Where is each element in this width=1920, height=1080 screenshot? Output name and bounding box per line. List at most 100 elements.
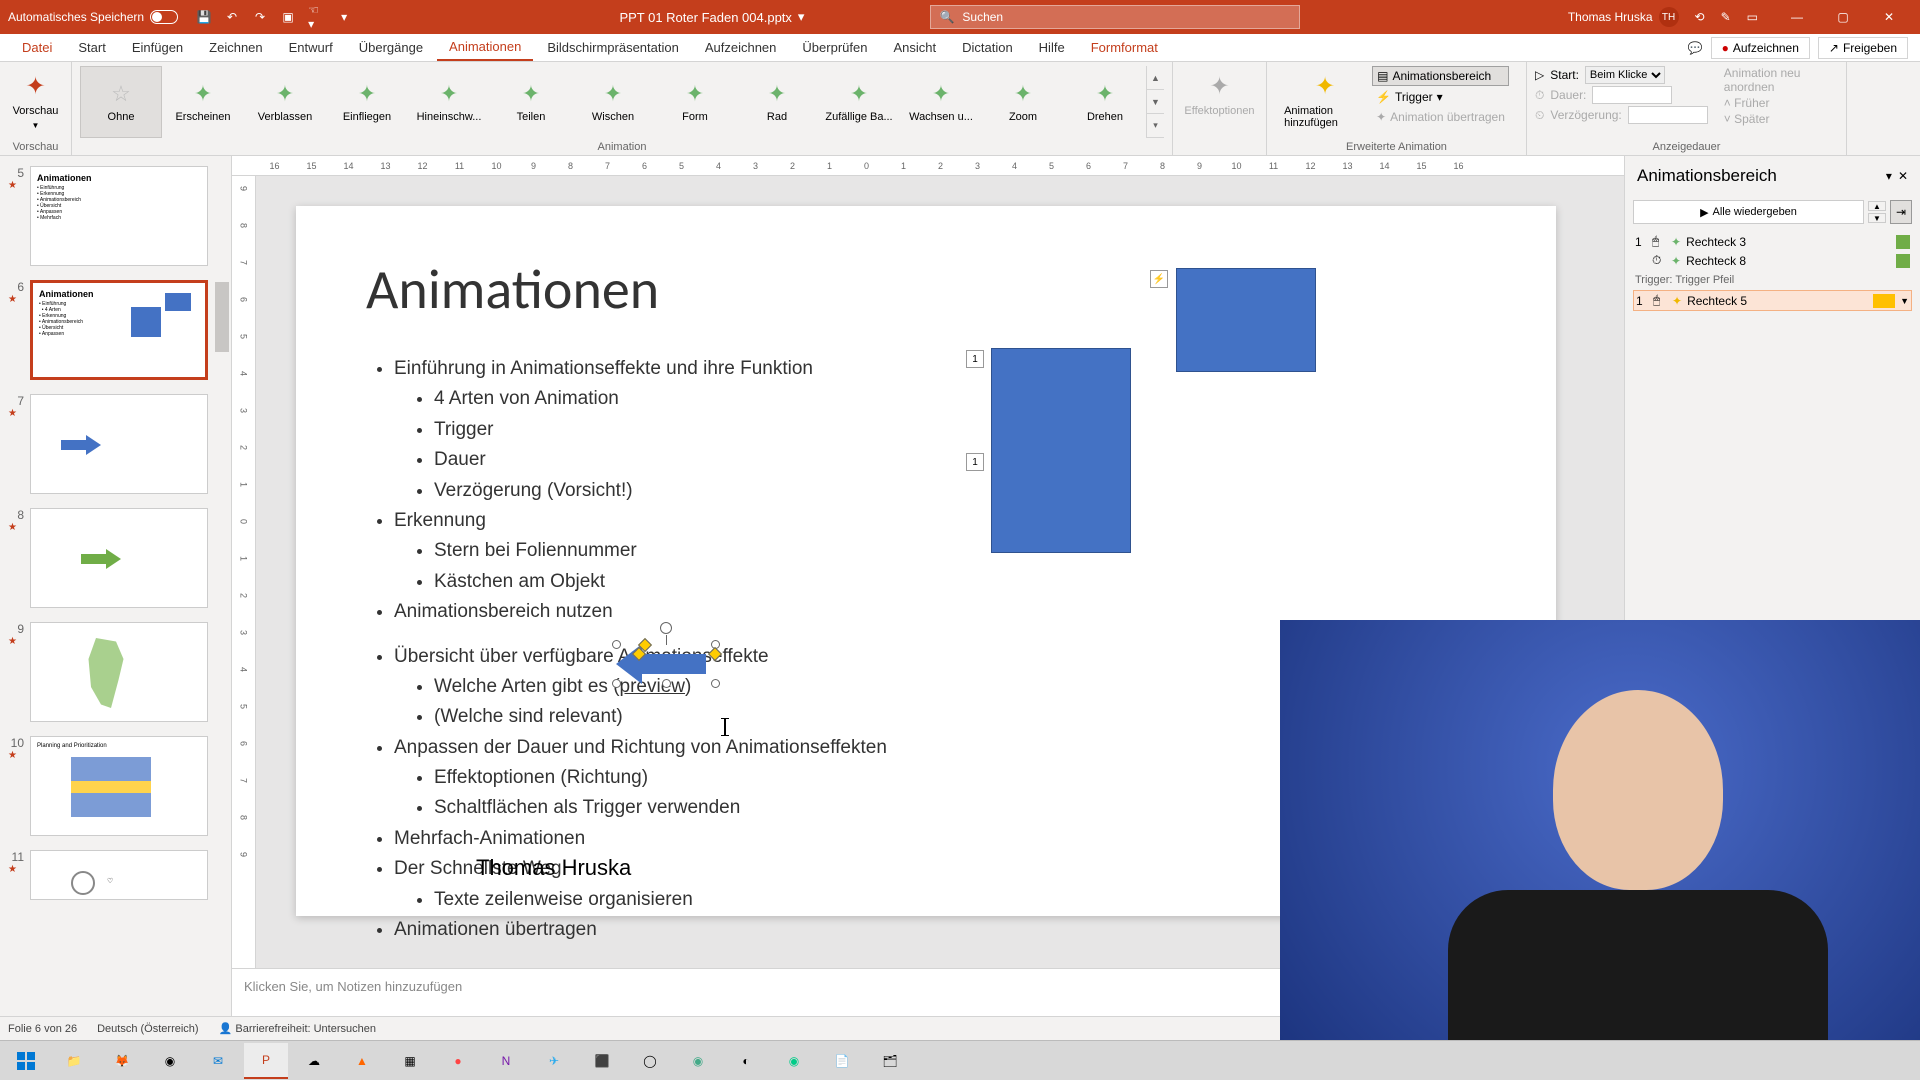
move-down-button[interactable]: ▼: [1868, 213, 1886, 223]
thumb-slide-8[interactable]: [30, 508, 208, 608]
animation-gallery[interactable]: ☆Ohne ✦Erscheinen ✦Verblassen ✦Einfliege…: [80, 66, 1164, 138]
filename-label[interactable]: PPT 01 Roter Faden 004.pptx: [619, 10, 791, 25]
maximize-button[interactable]: ▢: [1820, 0, 1866, 34]
close-icon[interactable]: ✕: [1898, 169, 1908, 183]
slide-author[interactable]: Thomas Hruska: [476, 855, 631, 881]
app-icon[interactable]: ◉: [676, 1043, 720, 1079]
coming-soon-icon[interactable]: ✎: [1721, 10, 1731, 24]
toggle-switch-icon[interactable]: [150, 10, 178, 24]
trigger-arrow-shape[interactable]: [616, 644, 716, 684]
tab-help[interactable]: Hilfe: [1027, 34, 1077, 61]
resize-handle-se[interactable]: [711, 679, 720, 688]
tab-file[interactable]: Datei: [10, 34, 64, 61]
slideshow-from-beginning-icon[interactable]: ▣: [280, 9, 296, 25]
thumbs-scrollbar[interactable]: [213, 156, 231, 1016]
gallery-appear[interactable]: ✦Erscheinen: [162, 66, 244, 138]
rotation-handle[interactable]: [660, 622, 672, 634]
thumb-slide-11[interactable]: ♡: [30, 850, 208, 900]
touch-mode-icon[interactable]: ☜▾: [308, 9, 324, 25]
resize-handle-s[interactable]: [662, 679, 671, 688]
app-icon[interactable]: ▦: [388, 1043, 432, 1079]
tab-shapeformat[interactable]: Formformat: [1079, 34, 1170, 61]
start-timing[interactable]: ▷Start:Beim Klicken: [1535, 66, 1708, 84]
tab-draw[interactable]: Zeichnen: [197, 34, 274, 61]
tab-design[interactable]: Entwurf: [277, 34, 345, 61]
tab-transitions[interactable]: Übergänge: [347, 34, 435, 61]
thumb-slide-10[interactable]: Planning and Prioritization: [30, 736, 208, 836]
filename-dropdown-icon[interactable]: ▾: [798, 9, 805, 25]
slide-title[interactable]: Animationen: [366, 256, 1486, 324]
comments-icon[interactable]: 💬: [1688, 41, 1703, 55]
preview-button[interactable]: ✦ Vorschau ▼: [5, 66, 67, 130]
accessibility-checker[interactable]: 👤 Barrierefreiheit: Untersuchen: [219, 1022, 376, 1035]
chevron-down-icon[interactable]: ▼: [1900, 296, 1909, 306]
tab-start[interactable]: Start: [66, 34, 117, 61]
user-account[interactable]: Thomas Hruska TH: [1568, 7, 1679, 27]
gallery-wheel[interactable]: ✦Rad: [736, 66, 818, 138]
app-icon[interactable]: ●: [436, 1043, 480, 1079]
app-icon[interactable]: 🗂: [868, 1043, 912, 1079]
add-animation-button[interactable]: ✦ Animation hinzufügen: [1284, 66, 1366, 129]
gallery-split[interactable]: ✦Teilen: [490, 66, 572, 138]
start-button[interactable]: [4, 1043, 48, 1079]
gallery-swivel[interactable]: ✦Drehen: [1064, 66, 1146, 138]
thumb-slide-7[interactable]: [30, 394, 208, 494]
slide-counter[interactable]: Folie 6 von 26: [8, 1023, 77, 1035]
chrome-icon[interactable]: ◉: [148, 1043, 192, 1079]
app-icon[interactable]: ◐: [724, 1043, 768, 1079]
anim-item-1[interactable]: 1 🖱 ✦ Rechteck 3: [1633, 232, 1912, 251]
share-button[interactable]: ↗Freigeben: [1818, 37, 1908, 59]
move-up-button[interactable]: ▲: [1868, 201, 1886, 211]
gallery-scroll[interactable]: ▲▼▾: [1146, 66, 1164, 138]
save-icon[interactable]: 💾: [196, 9, 212, 25]
tab-insert[interactable]: Einfügen: [120, 34, 195, 61]
anim-item-3[interactable]: 1 🖱 ✦ Rechteck 5 ▼: [1633, 290, 1912, 311]
thumb-slide-6[interactable]: Animationen• Einführung • 4 Arten• Erken…: [30, 280, 208, 380]
play-all-button[interactable]: ▶Alle wiedergeben: [1633, 200, 1864, 224]
slide-thumbnails[interactable]: 5★Animationen• Einführung• Erkennung• An…: [0, 156, 232, 1016]
app-icon[interactable]: ⬛: [580, 1043, 624, 1079]
tab-slideshow[interactable]: Bildschirmpräsentation: [535, 34, 691, 61]
tab-view[interactable]: Ansicht: [881, 34, 948, 61]
telegram-icon[interactable]: ✈: [532, 1043, 576, 1079]
trigger-button[interactable]: ⚡Trigger▾: [1372, 88, 1509, 106]
app-icon[interactable]: ☁: [292, 1043, 336, 1079]
gallery-fade[interactable]: ✦Verblassen: [244, 66, 326, 138]
onenote-icon[interactable]: N: [484, 1043, 528, 1079]
resize-handle-nw[interactable]: [612, 640, 621, 649]
powerpoint-icon[interactable]: P: [244, 1043, 288, 1079]
ribbon-display-icon[interactable]: ▭: [1747, 10, 1758, 24]
record-button[interactable]: ●Aufzeichnen: [1711, 37, 1810, 59]
language-indicator[interactable]: Deutsch (Österreich): [97, 1023, 198, 1035]
gallery-random[interactable]: ✦Zufällige Ba...: [818, 66, 900, 138]
edge-icon[interactable]: ◉: [772, 1043, 816, 1079]
tab-dictation[interactable]: Dictation: [950, 34, 1025, 61]
obs-icon[interactable]: ◯: [628, 1043, 672, 1079]
sync-icon[interactable]: ⟲: [1695, 10, 1705, 24]
anim-tag-bolt[interactable]: ⚡: [1150, 270, 1168, 288]
gallery-flyin[interactable]: ✦Einfliegen: [326, 66, 408, 138]
gallery-wipe[interactable]: ✦Wischen: [572, 66, 654, 138]
tab-animations[interactable]: Animationen: [437, 34, 533, 61]
anim-item-2[interactable]: ⏱ ✦ Rechteck 8: [1633, 251, 1912, 270]
firefox-icon[interactable]: 🦊: [100, 1043, 144, 1079]
gallery-shape[interactable]: ✦Form: [654, 66, 736, 138]
gallery-zoom[interactable]: ✦Zoom: [982, 66, 1064, 138]
search-box[interactable]: 🔍 Suchen: [930, 5, 1300, 29]
thumb-slide-5[interactable]: Animationen• Einführung• Erkennung• Anim…: [30, 166, 208, 266]
file-explorer-icon[interactable]: 📁: [52, 1043, 96, 1079]
undo-icon[interactable]: ↶: [224, 9, 240, 25]
chevron-down-icon[interactable]: ▾: [1886, 169, 1892, 183]
gallery-floatin[interactable]: ✦Hineinschw...: [408, 66, 490, 138]
tab-record[interactable]: Aufzeichnen: [693, 34, 789, 61]
tab-review[interactable]: Überprüfen: [790, 34, 879, 61]
thumb-slide-9[interactable]: [30, 622, 208, 722]
app-icon[interactable]: 📄: [820, 1043, 864, 1079]
redo-icon[interactable]: ↷: [252, 9, 268, 25]
close-button[interactable]: ✕: [1866, 0, 1912, 34]
anim-tag-1[interactable]: 1: [966, 350, 984, 368]
minimize-button[interactable]: —: [1774, 0, 1820, 34]
autosave-toggle[interactable]: Automatisches Speichern: [8, 10, 178, 24]
rectangle-3[interactable]: [991, 348, 1131, 553]
resize-handle-sw[interactable]: [612, 679, 621, 688]
